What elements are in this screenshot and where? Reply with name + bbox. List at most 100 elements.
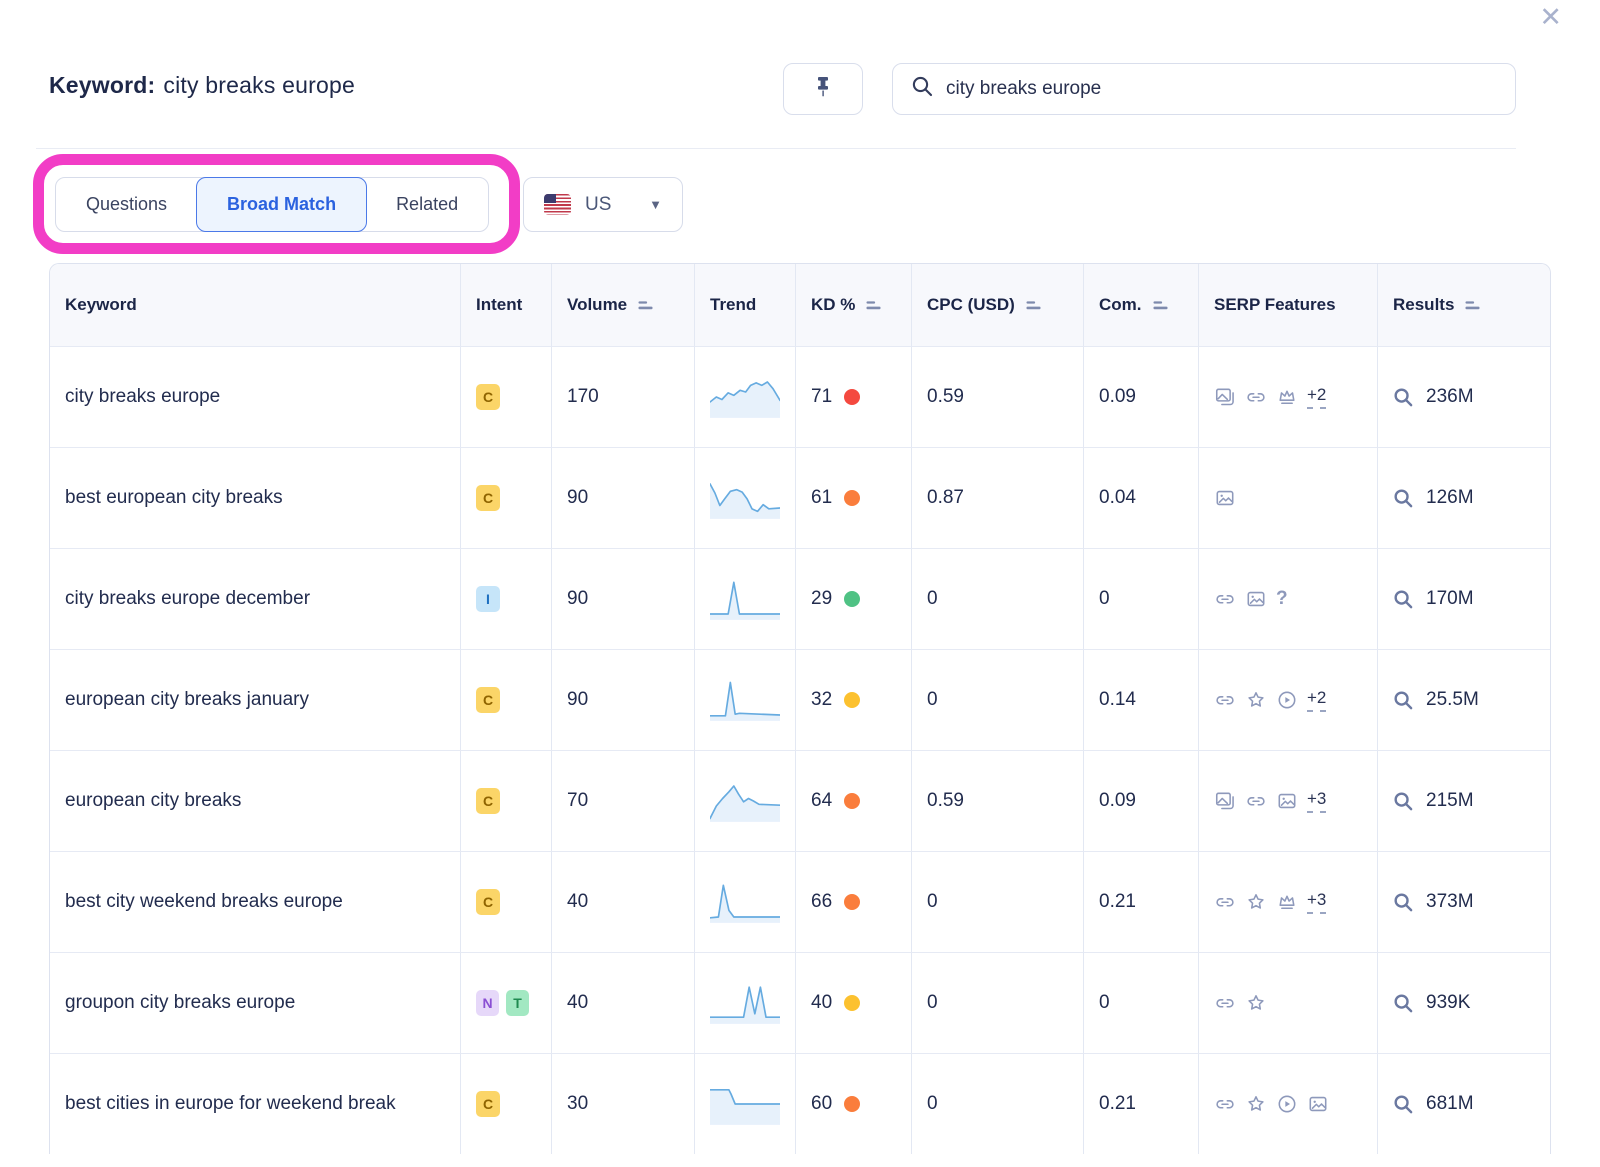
cpc-cell: 0 <box>912 851 1084 952</box>
table-body: city breaks europe C 170 71 0.59 0.09 +2… <box>50 346 1550 1154</box>
column-header-volume[interactable]: Volume <box>552 264 695 346</box>
volume-cell: 70 <box>552 750 695 851</box>
keyword-link[interactable]: best european city breaks <box>65 485 283 511</box>
serp-features-cell <box>1199 1053 1378 1154</box>
link-icon <box>1214 689 1236 711</box>
serp-more-count[interactable]: +3 <box>1307 789 1326 813</box>
kd-level-dot <box>844 490 860 506</box>
results-cell[interactable]: 126M <box>1378 447 1550 548</box>
serp-more-count[interactable]: +2 <box>1307 385 1326 409</box>
cpc-cell: 0.87 <box>912 447 1084 548</box>
country-selector[interactable]: US ▼ <box>523 177 683 232</box>
image-icon <box>1245 588 1267 610</box>
results-cell[interactable]: 939K <box>1378 952 1550 1053</box>
sort-icon[interactable] <box>866 299 881 312</box>
intent-badge-C: C <box>476 1091 500 1117</box>
sort-icon[interactable] <box>1465 299 1480 312</box>
volume-cell: 170 <box>552 346 695 447</box>
column-header-keyword: Keyword <box>50 264 461 346</box>
trend-sparkline <box>710 574 780 624</box>
volume-cell: 90 <box>552 447 695 548</box>
link-icon <box>1214 891 1236 913</box>
results-cell[interactable]: 25.5M <box>1378 649 1550 750</box>
close-icon[interactable]: ✕ <box>1539 4 1562 31</box>
column-header-results[interactable]: Results <box>1378 264 1550 346</box>
results-cell[interactable]: 215M <box>1378 750 1550 851</box>
cpc-cell: 0 <box>912 649 1084 750</box>
column-label: KD % <box>811 295 855 315</box>
us-flag-icon <box>544 194 571 215</box>
kd-level-dot <box>844 995 860 1011</box>
com-cell: 0 <box>1084 548 1199 649</box>
intent-badge-C: C <box>476 687 500 713</box>
keyword-cell: city breaks europe december <box>50 548 461 649</box>
serp-more-count[interactable]: +3 <box>1307 890 1326 914</box>
search-input[interactable] <box>946 78 1497 100</box>
keyword-link[interactable]: european city breaks january <box>65 687 309 713</box>
keyword-link[interactable]: city breaks europe december <box>65 586 310 612</box>
com-cell: 0.04 <box>1084 447 1199 548</box>
pin-button[interactable] <box>783 63 863 115</box>
star-icon <box>1245 992 1267 1014</box>
serp-features-cell <box>1199 952 1378 1053</box>
serp-features-cell: +2 <box>1199 649 1378 750</box>
trend-sparkline <box>710 372 780 422</box>
page-title-value: city breaks europe <box>163 72 355 98</box>
column-label: Intent <box>476 295 522 315</box>
kd-cell: 71 <box>796 346 912 447</box>
column-label: CPC (USD) <box>927 295 1015 315</box>
column-header-trend: Trend <box>695 264 796 346</box>
tab-questions[interactable]: Questions <box>55 177 198 232</box>
intent-badge-I: I <box>476 586 500 612</box>
magnifier-icon <box>1393 892 1414 913</box>
keywords-table: Keyword Intent Volume Trend KD % CPC (USD) Com… <box>49 263 1551 1154</box>
results-cell[interactable]: 681M <box>1378 1053 1550 1154</box>
com-cell: 0.21 <box>1084 1053 1199 1154</box>
volume-cell: 40 <box>552 952 695 1053</box>
sort-icon[interactable] <box>1153 299 1168 312</box>
serp-features-cell: ? <box>1199 548 1378 649</box>
com-cell: 0.14 <box>1084 649 1199 750</box>
results-cell[interactable]: 373M <box>1378 851 1550 952</box>
sort-icon[interactable] <box>638 299 653 312</box>
column-header-com[interactable]: Com. <box>1084 264 1199 346</box>
keyword-cell: best city weekend breaks europe <box>50 851 461 952</box>
column-label: Keyword <box>65 295 137 315</box>
column-header-cpc-usd[interactable]: CPC (USD) <box>912 264 1084 346</box>
intent-cell: C <box>461 346 552 447</box>
tab-broad-match[interactable]: Broad Match <box>196 177 367 232</box>
star-icon <box>1245 891 1267 913</box>
volume-cell: 40 <box>552 851 695 952</box>
crown-icon <box>1276 386 1298 408</box>
images-pack-icon <box>1214 790 1236 812</box>
serp-features-cell: +2 <box>1199 346 1378 447</box>
keyword-link[interactable]: best cities in europe for weekend break <box>65 1091 396 1117</box>
trend-cell <box>695 548 796 649</box>
keyword-link[interactable]: best city weekend breaks europe <box>65 889 343 915</box>
trend-sparkline <box>710 978 780 1028</box>
trend-sparkline <box>710 675 780 725</box>
image-icon <box>1307 1093 1329 1115</box>
serp-features-cell <box>1199 447 1378 548</box>
intent-badge-C: C <box>476 384 500 410</box>
cpc-cell: 0 <box>912 1053 1084 1154</box>
trend-cell <box>695 952 796 1053</box>
kd-level-dot <box>844 793 860 809</box>
keyword-search-box <box>892 63 1516 115</box>
column-label: Trend <box>710 295 756 315</box>
results-cell[interactable]: 170M <box>1378 548 1550 649</box>
volume-cell: 90 <box>552 649 695 750</box>
keyword-link[interactable]: groupon city breaks europe <box>65 990 295 1016</box>
keyword-link[interactable]: city breaks europe <box>65 384 220 410</box>
intent-cell: C <box>461 649 552 750</box>
results-cell[interactable]: 236M <box>1378 346 1550 447</box>
keyword-link[interactable]: european city breaks <box>65 788 241 814</box>
com-cell: 0.09 <box>1084 750 1199 851</box>
serp-more-count[interactable]: +2 <box>1307 688 1326 712</box>
tab-related[interactable]: Related <box>365 177 489 232</box>
sort-icon[interactable] <box>1026 299 1041 312</box>
intent-badge-C: C <box>476 889 500 915</box>
video-icon <box>1276 689 1298 711</box>
column-header-kd[interactable]: KD % <box>796 264 912 346</box>
kd-cell: 29 <box>796 548 912 649</box>
